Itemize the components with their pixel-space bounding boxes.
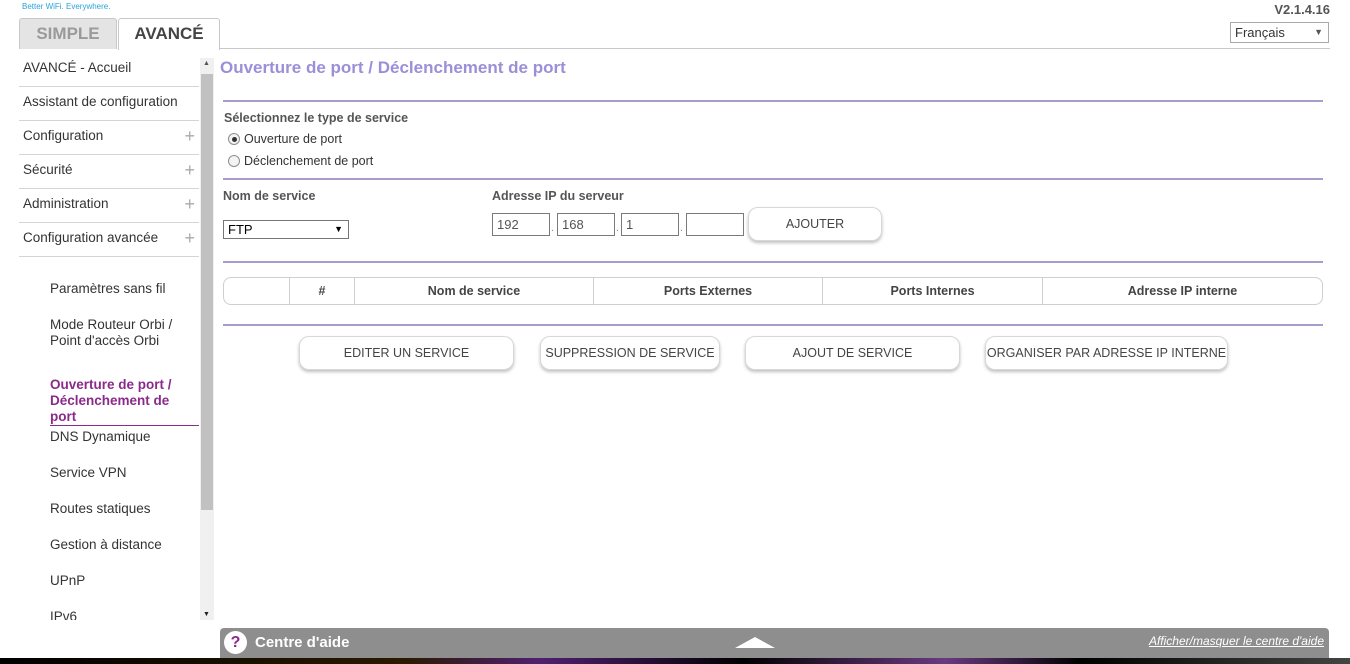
service-name-label: Nom de service xyxy=(223,189,316,203)
sidebar-item-setup-wizard[interactable]: Assistant de configuration xyxy=(19,87,199,121)
radio-button[interactable] xyxy=(228,155,240,167)
expand-up-arrow-icon[interactable] xyxy=(735,637,775,648)
help-center-label: Centre d'aide xyxy=(255,634,350,651)
service-name-select[interactable]: FTP ▼ xyxy=(223,220,349,239)
help-center-bar[interactable]: ? Centre d'aide Afficher/masquer le cent… xyxy=(220,628,1329,658)
column-header-select xyxy=(224,278,290,304)
submenu-item-wireless-settings[interactable]: Paramètres sans fil xyxy=(50,281,199,317)
ip-octet-4-field[interactable] xyxy=(686,213,744,236)
chevron-down-icon: ▼ xyxy=(334,224,343,234)
add-service-button[interactable]: AJOUT DE SERVICE xyxy=(745,336,960,370)
column-header-internal-ip: Adresse IP interne xyxy=(1127,284,1238,298)
ip-separator: . xyxy=(616,223,619,234)
service-type-label: Sélectionnez le type de service xyxy=(224,111,409,125)
sidebar-item-label: Configuration xyxy=(23,128,104,143)
advanced-submenu: Paramètres sans fil Mode Routeur Orbi / … xyxy=(19,257,199,620)
sidebar-item-label: Administration xyxy=(23,196,109,211)
section-divider xyxy=(223,324,1323,326)
submenu-item-label-line2: Point d'accès Orbi xyxy=(50,333,160,348)
sidebar-item-label: Configuration avancée xyxy=(23,230,159,245)
firmware-version: V2.1.4.16 xyxy=(1274,2,1330,17)
radio-button-checked[interactable] xyxy=(228,133,240,145)
section-divider xyxy=(223,100,1323,102)
expand-plus-icon[interactable]: + xyxy=(184,189,195,219)
sidebar-item-label: AVANCÉ - Accueil xyxy=(23,60,132,75)
expand-plus-icon[interactable]: + xyxy=(184,155,195,185)
window-bottom-edge xyxy=(0,658,1350,664)
submenu-item-remote-management[interactable]: Gestion à distance xyxy=(50,537,199,573)
delete-service-button[interactable]: SUPPRESSION DE SERVICE xyxy=(540,336,720,370)
sidebar-item-configuration[interactable]: Configuration + xyxy=(19,121,199,155)
column-header-service-name: Nom de service xyxy=(355,278,594,304)
expand-plus-icon[interactable]: + xyxy=(184,121,195,151)
submenu-item-static-routes[interactable]: Routes statiques xyxy=(50,501,199,537)
radio-port-triggering[interactable]: Déclenchement de port xyxy=(228,154,373,168)
language-select[interactable]: Français ▼ xyxy=(1230,22,1329,43)
services-table-header: # Nom de service Ports Externes Ports In… xyxy=(223,277,1323,305)
ip-octet-1-field[interactable]: 192 xyxy=(492,213,550,236)
submenu-item-dynamic-dns[interactable]: DNS Dynamique xyxy=(50,429,199,465)
submenu-item-upnp[interactable]: UPnP xyxy=(50,573,199,609)
brand-tagline: Better WiFi. Everywhere. xyxy=(22,2,111,11)
sidebar-scrollbar[interactable]: ▲ ▼ xyxy=(200,58,214,620)
tab-avance[interactable]: AVANCÉ xyxy=(118,18,220,50)
section-divider xyxy=(223,178,1323,180)
expand-plus-icon[interactable]: + xyxy=(184,223,195,253)
section-divider xyxy=(223,261,1323,263)
ip-separator: . xyxy=(680,223,683,234)
scrollbar-thumb[interactable] xyxy=(201,74,213,510)
scroll-down-arrow-icon[interactable]: ▼ xyxy=(203,611,210,618)
ip-octet-3-field[interactable]: 1 xyxy=(621,213,679,236)
sort-by-internal-ip-button[interactable]: ORGANISER PAR ADRESSE IP INTERNE xyxy=(985,336,1228,370)
column-header-number: # xyxy=(290,278,355,304)
radio-label: Déclenchement de port xyxy=(244,154,374,168)
sidebar-item-administration[interactable]: Administration + xyxy=(19,189,199,223)
language-value: Français xyxy=(1235,25,1285,40)
sidebar-item-label: Assistant de configuration xyxy=(23,94,178,109)
chevron-down-icon: ▼ xyxy=(1314,27,1323,37)
sidebar-item-label: Sécurité xyxy=(23,162,73,177)
submenu-item-router-ap-mode[interactable]: Mode Routeur Orbi / Point d'accès Orbi xyxy=(50,317,199,377)
submenu-item-label-line1: Mode Routeur Orbi / xyxy=(50,317,173,332)
page-title: Ouverture de port / Déclenchement de por… xyxy=(220,58,566,77)
sidebar-item-advanced-setup[interactable]: Configuration avancée + xyxy=(19,223,199,257)
tab-divider xyxy=(220,48,1330,49)
help-center-toggle-link[interactable]: Afficher/masquer le centre d'aide xyxy=(1149,634,1324,648)
scroll-up-arrow-icon[interactable]: ▲ xyxy=(203,60,210,67)
tab-simple[interactable]: SIMPLE xyxy=(19,18,117,49)
column-header-internal-ports: Ports Internes xyxy=(823,278,1043,304)
submenu-item-label-line1: Ouverture de port / xyxy=(50,377,172,392)
add-button[interactable]: AJOUTER xyxy=(748,207,882,241)
submenu-item-label-line2: Déclenchement de port xyxy=(50,393,199,426)
sidebar: AVANCÉ - Accueil Assistant de configurat… xyxy=(19,53,199,620)
column-header-external-ports: Ports Externes xyxy=(594,278,823,304)
server-ip-label: Adresse IP du serveur xyxy=(492,189,624,203)
sidebar-item-home[interactable]: AVANCÉ - Accueil xyxy=(19,53,199,87)
edit-service-button[interactable]: EDITER UN SERVICE xyxy=(299,336,514,370)
radio-label: Ouverture de port xyxy=(244,132,342,146)
submenu-item-vpn-service[interactable]: Service VPN xyxy=(50,465,199,501)
sidebar-item-security[interactable]: Sécurité + xyxy=(19,155,199,189)
submenu-item-port-forwarding[interactable]: Ouverture de port / Déclenchement de por… xyxy=(50,377,199,429)
help-question-icon[interactable]: ? xyxy=(224,631,247,654)
submenu-item-ipv6[interactable]: IPv6 xyxy=(50,609,199,620)
ip-octet-2-field[interactable]: 168 xyxy=(557,213,615,236)
ip-separator: . xyxy=(551,223,554,234)
service-name-value: FTP xyxy=(228,222,253,237)
radio-port-forwarding[interactable]: Ouverture de port xyxy=(228,132,342,146)
